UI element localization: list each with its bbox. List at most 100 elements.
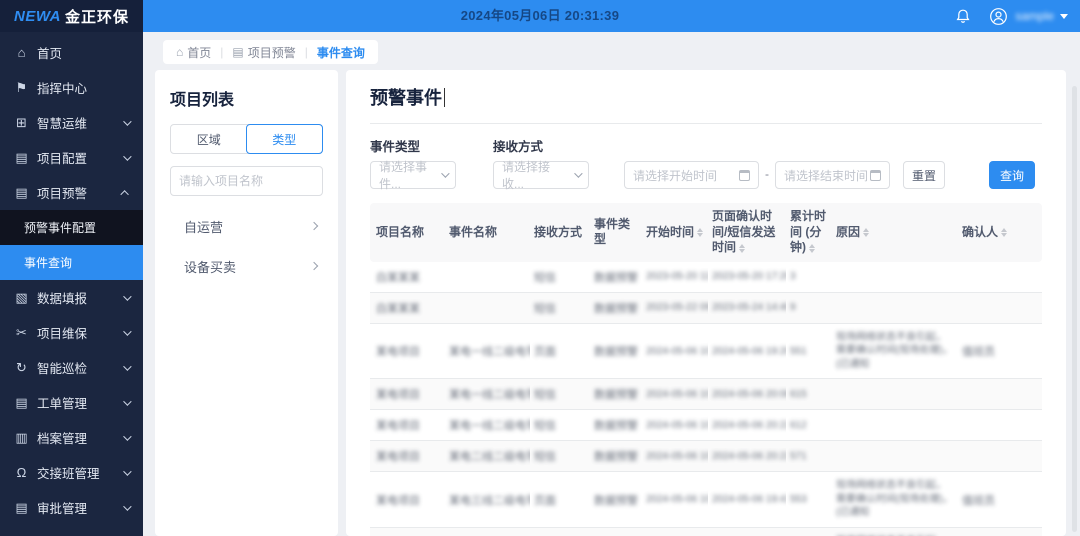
search-button[interactable]: 查询 [989,161,1035,189]
sidebar-item-document[interactable]: ▤ 项目预警 [0,175,143,210]
tab-类型[interactable]: 类型 [246,124,324,154]
logo-name: 金正环保 [65,6,129,27]
breadcrumb: ⌂首页|▤项目预警|事件查询 [163,40,378,64]
cell-start-time: 2024-05-06 10:13 [646,420,708,431]
column-header-start[interactable]: 开始时间 [642,203,708,262]
end-time-datepicker[interactable]: 请选择结束时间 [775,161,890,189]
sidebar-item-archive[interactable]: ▥ 档案管理 [0,420,143,455]
username-text: sample [1015,9,1054,23]
breadcrumb-separator: | [220,45,223,59]
chevron-down-icon [123,397,131,405]
cell-type: 数据预警 [594,389,638,401]
project-tree: 自运营设备买卖 [170,206,323,286]
vertical-scrollbar[interactable] [1072,86,1077,532]
cell-project: 某电项目 [376,451,420,463]
sidebar-subitem-label: 预警事件配置 [24,219,96,236]
tree-item[interactable]: 自运营 [170,206,323,246]
cell-project: 某电项目 [376,495,420,507]
sidebar-item-form[interactable]: ▧ 数据填报 [0,280,143,315]
sidebar-item-tools[interactable]: ✂ 项目维保 [0,315,143,350]
region-type-tabs: 区域类型 [170,124,323,154]
column-header-minutes[interactable]: 累计时间 (分钟) [786,203,832,262]
range-separator: - [765,167,769,181]
table-row[interactable]: 白某某某 短信 数据预警 2023-05-22 09:18 2023-05-24… [370,292,1042,323]
cell-event: 某电三线二级电导率 [449,495,530,507]
sort-icon[interactable] [1001,228,1007,237]
filter-bar: 事件类型 请选择事件... 接收方式 请选择接收... 请选择开始时间 [370,136,1042,189]
sidebar-item-label: 项目维保 [37,323,123,342]
user-menu[interactable]: sample [987,5,1068,27]
sidebar-item-label: 首页 [37,43,129,62]
person-icon: Ω [14,465,29,480]
event-type-select[interactable]: 请选择事件... [370,161,456,189]
project-list-title: 项目列表 [170,86,323,110]
receive-method-select[interactable]: 请选择接收... [493,161,589,189]
events-table: 项目名称事件名称接收方式事件类型开始时间页面确认时间/短信发送时间累计时间 (分… [370,203,1042,536]
cell-minutes: 9 [790,302,796,313]
sort-icon[interactable] [739,244,745,253]
sidebar-item-grid[interactable]: ⊞ 智慧运维 [0,105,143,140]
cell-receive: 短信 [534,389,556,401]
tree-item[interactable]: 设备买卖 [170,246,323,286]
chevron-down-icon [123,327,131,335]
sidebar-item-patrol[interactable]: ↻ 智能巡检 [0,350,143,385]
topbar: 2024年05月06日 20:31:39 sample [0,0,1080,32]
sidebar-item-home[interactable]: ⌂ 首页 [0,35,143,70]
sidebar-item-flag[interactable]: ⚑ 指挥中心 [0,70,143,105]
cell-project: 白某某某 [376,303,420,315]
column-header-person[interactable]: 确认人 [958,203,1042,262]
cell-confirm-time: 2024-05-06 19:41 [712,494,786,505]
table-row[interactable]: 某电项目 某电二线二级电导率 短信 数据预警 2024-05-06 10:13 … [370,441,1042,472]
sidebar-item-approval[interactable]: ▤ 审批管理 [0,490,143,525]
chevron-down-icon [1060,14,1068,19]
breadcrumb-icon: ▤ [232,45,243,59]
cell-confirm-time: 2024-05-06 19:20 [712,346,786,357]
table-row[interactable]: 某电项目 某电一线三级电导率 页面 数据预警 2024-05-06 11:06 … [370,527,1042,536]
sidebar-item-person[interactable]: Ω 交接班管理 [0,455,143,490]
cell-start-time: 2023-05-22 09:18 [646,302,708,313]
sidebar-subitem[interactable]: 事件查询 [0,245,143,280]
column-header-confirm[interactable]: 页面确认时间/短信发送时间 [708,203,786,262]
breadcrumb-item[interactable]: 事件查询 [317,44,365,61]
breadcrumb-item[interactable]: ⌂首页 [176,44,211,61]
column-header-project: 项目名称 [370,203,445,262]
project-list-panel: 项目列表 区域类型 自运营设备买卖 [155,70,338,536]
cell-start-time: 2024-05-06 10:11 [646,346,708,357]
table-row[interactable]: 某电项目 某电一线二级电导率 页面 数据预警 2024-05-06 10:11 … [370,323,1042,379]
project-search-input[interactable] [170,166,323,196]
sort-icon[interactable] [809,244,815,253]
column-header-reason[interactable]: 原因 [832,203,958,262]
table-row[interactable]: 白某某某 短信 数据预警 2023-05-20 11:20 2023-05-20… [370,262,1042,293]
sidebar-item-label: 指挥中心 [37,78,129,97]
table-row[interactable]: 某电项目 某电一线二级电导率 短信 数据预警 2024-05-06 10:13 … [370,410,1042,441]
sidebar-item-workorder[interactable]: ▤ 工单管理 [0,385,143,420]
start-time-datepicker[interactable]: 请选择开始时间 [624,161,759,189]
tab-区域[interactable]: 区域 [171,125,247,153]
chevron-down-icon [123,117,131,125]
reset-button[interactable]: 重置 [903,161,945,189]
sidebar: NEWA 金正环保 ⌂ 首页 ⚑ 指挥中心 ⊞ 智慧运维 ▤ 项目配置 ▤ 项目… [0,0,143,536]
cell-confirm-time: 2023-05-20 17:20 [712,271,786,282]
cell-receive: 短信 [534,420,556,432]
breadcrumb-label: 项目预警 [248,44,296,61]
archive-icon: ▥ [14,430,29,446]
receive-method-placeholder: 请选择接收... [502,158,568,192]
table-row[interactable]: 某电项目 某电三线二级电导率 页面 数据预警 2024-05-06 10:15 … [370,472,1042,528]
sort-icon[interactable] [697,228,703,237]
column-header-event: 事件名称 [445,203,530,262]
cell-start-time: 2023-05-20 11:20 [646,271,708,282]
cell-type: 数据预警 [594,420,638,432]
table-row[interactable]: 某电项目 某电一线二级电导率 短信 数据预警 2024-05-06 10:12 … [370,379,1042,410]
avatar-icon [987,5,1009,27]
sort-icon[interactable] [863,228,869,237]
sidebar-item-label: 项目预警 [37,183,123,202]
cell-project: 某电项目 [376,389,420,401]
chevron-right-icon [310,262,318,270]
flag-icon: ⚑ [14,80,29,96]
sidebar-subitem-label: 事件查询 [24,254,72,271]
cell-receive: 短信 [534,451,556,463]
sidebar-item-document[interactable]: ▤ 项目配置 [0,140,143,175]
sidebar-subitem[interactable]: 预警事件配置 [0,210,143,245]
breadcrumb-item[interactable]: ▤ 项目预警 [232,44,295,61]
notification-bell-icon[interactable] [952,5,974,27]
